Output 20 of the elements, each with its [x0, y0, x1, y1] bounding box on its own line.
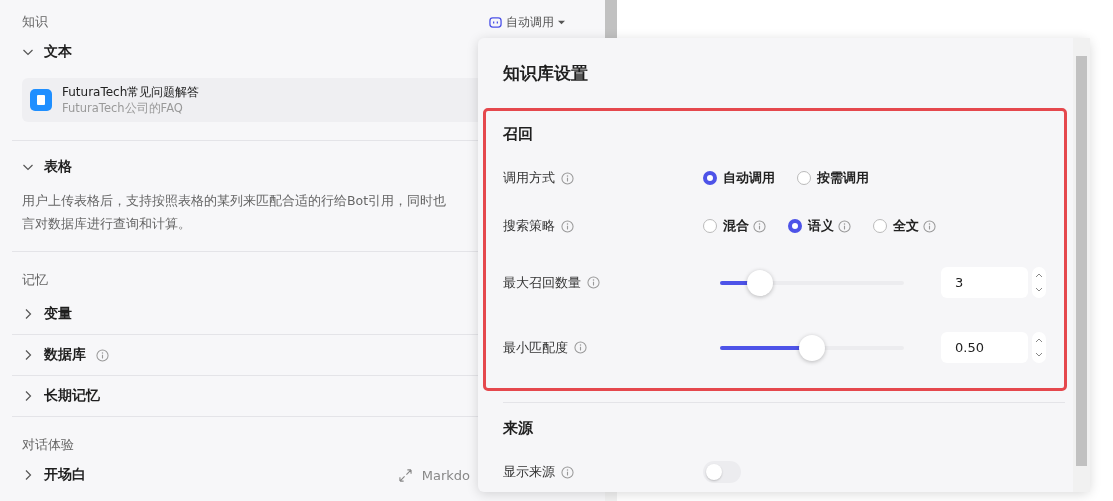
section-title: 记忆: [22, 271, 48, 289]
row-title: 数据库: [44, 346, 86, 364]
group-title: 表格: [44, 158, 72, 176]
field-label: 显示来源: [503, 463, 555, 481]
field-label: 搜索策略: [503, 217, 555, 235]
field-label: 最小匹配度: [503, 338, 568, 357]
row-title: 长期记忆: [44, 387, 100, 405]
group-title: 文本: [44, 43, 72, 61]
row-title: 变量: [44, 305, 72, 323]
description-text: 用户上传表格后，支持按照表格的某列来匹配合适的行给Bot引用，同时也 言对数据库进行查询和计算。: [22, 192, 447, 233]
section-heading: 召回: [503, 125, 534, 144]
section-title: 知识: [22, 13, 48, 31]
item-name: FuturaTech常见问题解答: [62, 84, 200, 101]
row-title: 开场白: [44, 466, 86, 484]
editor-label: Markdo: [421, 467, 470, 483]
field-label: 最大召回数量: [503, 273, 581, 292]
field-label: 调用方式: [503, 169, 555, 187]
item-description: FuturaTech公司的FAQ: [62, 101, 184, 116]
section-heading: 来源: [503, 419, 534, 438]
section-title: 对话体验: [22, 436, 74, 454]
